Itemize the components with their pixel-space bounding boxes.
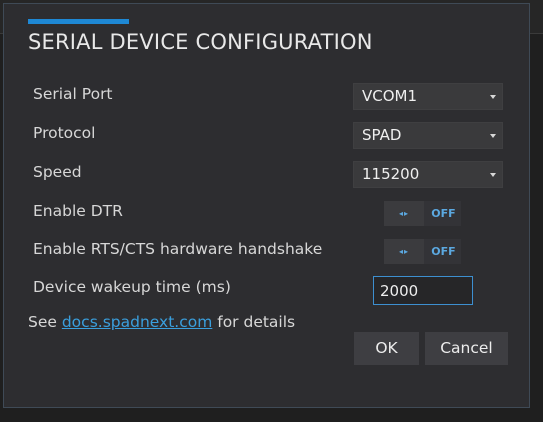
protocol-value: SPAD: [362, 126, 402, 144]
docs-link[interactable]: docs.spadnext.com: [62, 313, 212, 331]
chevron-down-icon: [490, 173, 496, 177]
title-accent-bar: [28, 19, 129, 24]
protocol-dropdown[interactable]: SPAD: [353, 122, 503, 149]
enable-dtr-state: OFF: [431, 207, 456, 220]
chevron-down-icon: [490, 134, 496, 138]
speed-dropdown[interactable]: 115200: [353, 161, 503, 188]
enable-dtr-label: Enable DTR: [33, 202, 123, 220]
serial-port-label: Serial Port: [33, 85, 113, 103]
cancel-button[interactable]: Cancel: [425, 332, 508, 365]
enable-dtr-toggle[interactable]: ◂▸ OFF: [384, 201, 461, 226]
wakeup-time-label: Device wakeup time (ms): [33, 278, 231, 296]
enable-rts-cts-toggle[interactable]: ◂▸ OFF: [384, 239, 461, 264]
speed-value: 115200: [362, 165, 420, 183]
protocol-label: Protocol: [33, 124, 96, 142]
enable-rts-cts-label: Enable RTS/CTS hardware handshake: [33, 240, 323, 258]
dialog-title: SERIAL DEVICE CONFIGURATION: [28, 30, 373, 54]
speed-label: Speed: [33, 163, 82, 181]
docs-note-suffix: for details: [212, 313, 296, 331]
serial-port-dropdown[interactable]: VCOM1: [353, 83, 503, 110]
wakeup-time-input[interactable]: [373, 276, 473, 305]
enable-rts-cts-state: OFF: [431, 245, 456, 258]
ok-button[interactable]: OK: [354, 332, 419, 365]
docs-note: See docs.spadnext.com for details: [28, 313, 295, 331]
docs-note-prefix: See: [28, 313, 62, 331]
left-right-arrows-icon: ◂▸: [384, 201, 424, 226]
left-right-arrows-icon: ◂▸: [384, 239, 424, 264]
chevron-down-icon: [490, 95, 496, 99]
serial-device-configuration-dialog: SERIAL DEVICE CONFIGURATION Serial Port …: [3, 3, 530, 408]
serial-port-value: VCOM1: [362, 87, 418, 105]
